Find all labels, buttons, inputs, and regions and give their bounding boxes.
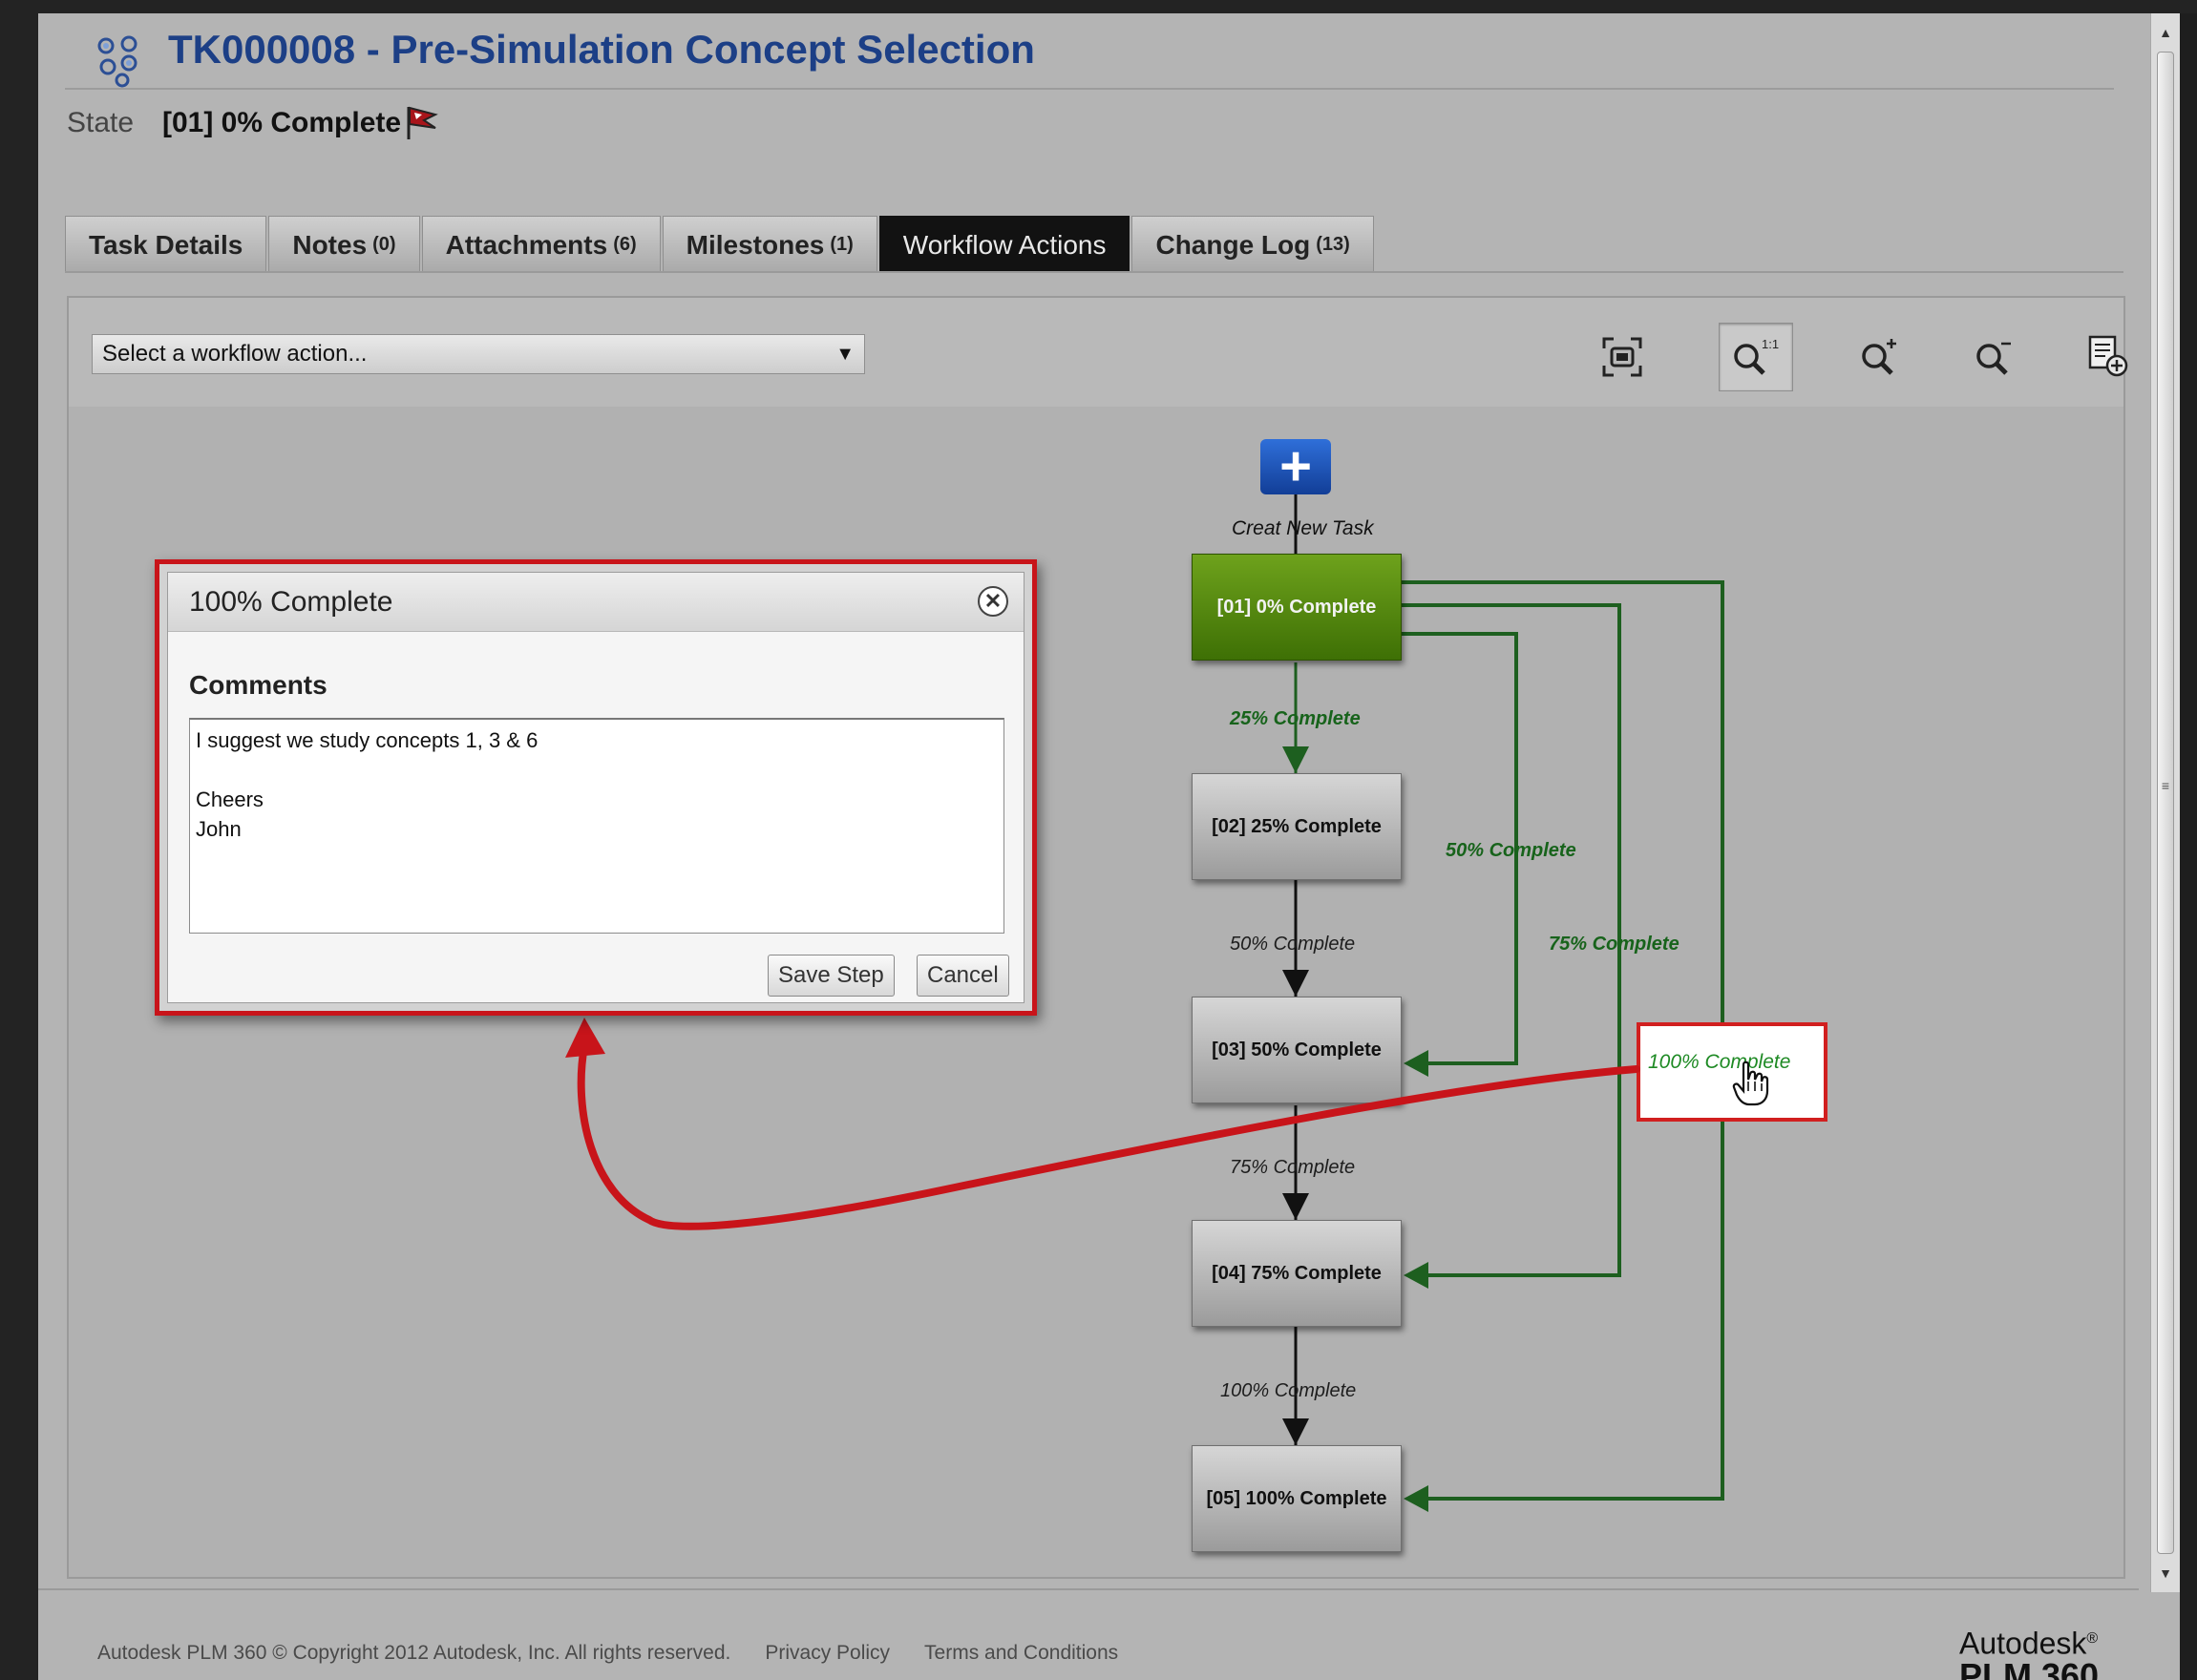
zoom-out-button[interactable] [1959, 323, 2034, 391]
brand-line2: PLM 360 [1959, 1655, 2100, 1680]
flag-icon[interactable] [403, 103, 439, 141]
tab-label: Change Log [1155, 229, 1311, 260]
tab-workflow-actions[interactable]: Workflow Actions [878, 216, 1130, 273]
workflow-state-node[interactable]: [02] 25% Complete [1192, 773, 1402, 880]
select-value: Select a workflow action... [102, 341, 368, 367]
terms-link[interactable]: Terms and Conditions [924, 1642, 1118, 1665]
legend-icon [2088, 335, 2128, 377]
highlighted-transition[interactable]: 100% Complete [1637, 1022, 1827, 1122]
workflow-action-select[interactable]: Select a workflow action... ▼ [92, 334, 865, 374]
tab-divider [65, 271, 2123, 273]
footer-divider [38, 1588, 2139, 1590]
actual-size-icon: 1:1 [1734, 337, 1779, 375]
workflow-state-node[interactable]: [03] 50% Complete [1192, 997, 1402, 1103]
tab-count: (0) [372, 234, 396, 255]
tab-count: (6) [613, 234, 637, 255]
workflow-toolbar: Select a workflow action... ▼ 1:1 [69, 298, 2128, 407]
annotation-frame: 100% Complete ✕ Comments Save Step Cance… [155, 559, 1037, 1016]
page-title: TK000008 - Pre-Simulation Concept Select… [168, 27, 1035, 72]
tab-label: Milestones [686, 229, 825, 260]
tab-label: Attachments [445, 229, 608, 260]
scroll-up-icon[interactable]: ▲ [2151, 13, 2180, 52]
footer: Autodesk PLM 360 © Copyright 2012 Autode… [97, 1642, 1118, 1665]
zoom-in-button[interactable] [1845, 323, 1919, 391]
tab-task-details[interactable]: Task Details [65, 216, 267, 273]
chevron-down-icon: ▼ [835, 344, 855, 365]
privacy-policy-link[interactable]: Privacy Policy [765, 1642, 890, 1665]
scroll-down-icon[interactable]: ▼ [2151, 1554, 2180, 1592]
zoom-ratio-label: 1:1 [1762, 337, 1779, 351]
workflow-state-node[interactable]: [01] 0% Complete [1192, 554, 1402, 661]
transition-label[interactable]: 75% Complete [1549, 934, 1679, 956]
title-divider [65, 88, 2114, 90]
transition-label[interactable]: 100% Complete [1220, 1380, 1356, 1402]
fit-to-screen-icon [1602, 337, 1642, 377]
tab-count: (13) [1316, 234, 1350, 255]
workflow-state-node[interactable]: [04] 75% Complete [1192, 1220, 1402, 1327]
tab-count: (1) [830, 234, 854, 255]
workflow-step-dialog: 100% Complete ✕ Comments Save Step Cance… [167, 572, 1025, 1003]
dialog-title: 100% Complete [168, 573, 1024, 632]
autodesk-logo: Autodesk® PLM 360 [1959, 1623, 2099, 1680]
state-value: [01] 0% Complete [162, 107, 402, 138]
create-task-button[interactable]: + [1260, 439, 1331, 494]
tab-bar: Task Details Notes (0) Attachments (6) M… [65, 216, 1376, 273]
transition-label[interactable]: 50% Complete [1446, 840, 1576, 862]
zoom-out-icon [1976, 342, 2011, 375]
tab-change-log[interactable]: Change Log (13) [1131, 216, 1374, 273]
zoom-in-icon [1862, 339, 1896, 375]
create-task-label: Creat New Task [1232, 517, 1374, 539]
actual-size-button[interactable]: 1:1 [1719, 323, 1793, 391]
tab-attachments[interactable]: Attachments (6) [421, 216, 661, 273]
save-step-button[interactable]: Save Step [768, 955, 895, 997]
grip-icon: ≡ [2161, 778, 2170, 793]
workflow-state-node[interactable]: [05] 100% Complete [1192, 1445, 1402, 1552]
transition-label[interactable]: 75% Complete [1230, 1157, 1355, 1179]
comments-label: Comments [189, 670, 327, 700]
vertical-scrollbar[interactable]: ▲ ≡ ▼ [2150, 13, 2180, 1592]
close-icon[interactable]: ✕ [978, 586, 1008, 617]
workflow-item-icon [97, 35, 137, 88]
tab-label: Workflow Actions [902, 229, 1107, 260]
page-header: TK000008 - Pre-Simulation Concept Select… [38, 13, 2125, 195]
fit-to-screen-button[interactable] [1585, 323, 1659, 391]
legend-button[interactable] [2072, 323, 2146, 391]
tab-label: Task Details [89, 229, 243, 260]
hand-cursor-icon [1732, 1060, 1769, 1106]
state-label: State [67, 107, 135, 138]
app-window: TK000008 - Pre-Simulation Concept Select… [38, 13, 2180, 1680]
window-edge [2180, 13, 2197, 1680]
tab-notes[interactable]: Notes (0) [268, 216, 420, 273]
tab-label: Notes [292, 229, 368, 260]
plus-icon: + [1279, 435, 1312, 497]
scrollbar-thumb[interactable]: ≡ [2157, 52, 2174, 1554]
tab-milestones[interactable]: Milestones (1) [662, 216, 877, 273]
transition-label[interactable]: 25% Complete [1230, 708, 1361, 730]
copyright-text: Autodesk PLM 360 © Copyright 2012 Autode… [97, 1642, 731, 1664]
transition-label[interactable]: 50% Complete [1230, 934, 1355, 956]
cancel-button[interactable]: Cancel [917, 955, 1009, 997]
comments-textarea[interactable] [189, 718, 1004, 934]
